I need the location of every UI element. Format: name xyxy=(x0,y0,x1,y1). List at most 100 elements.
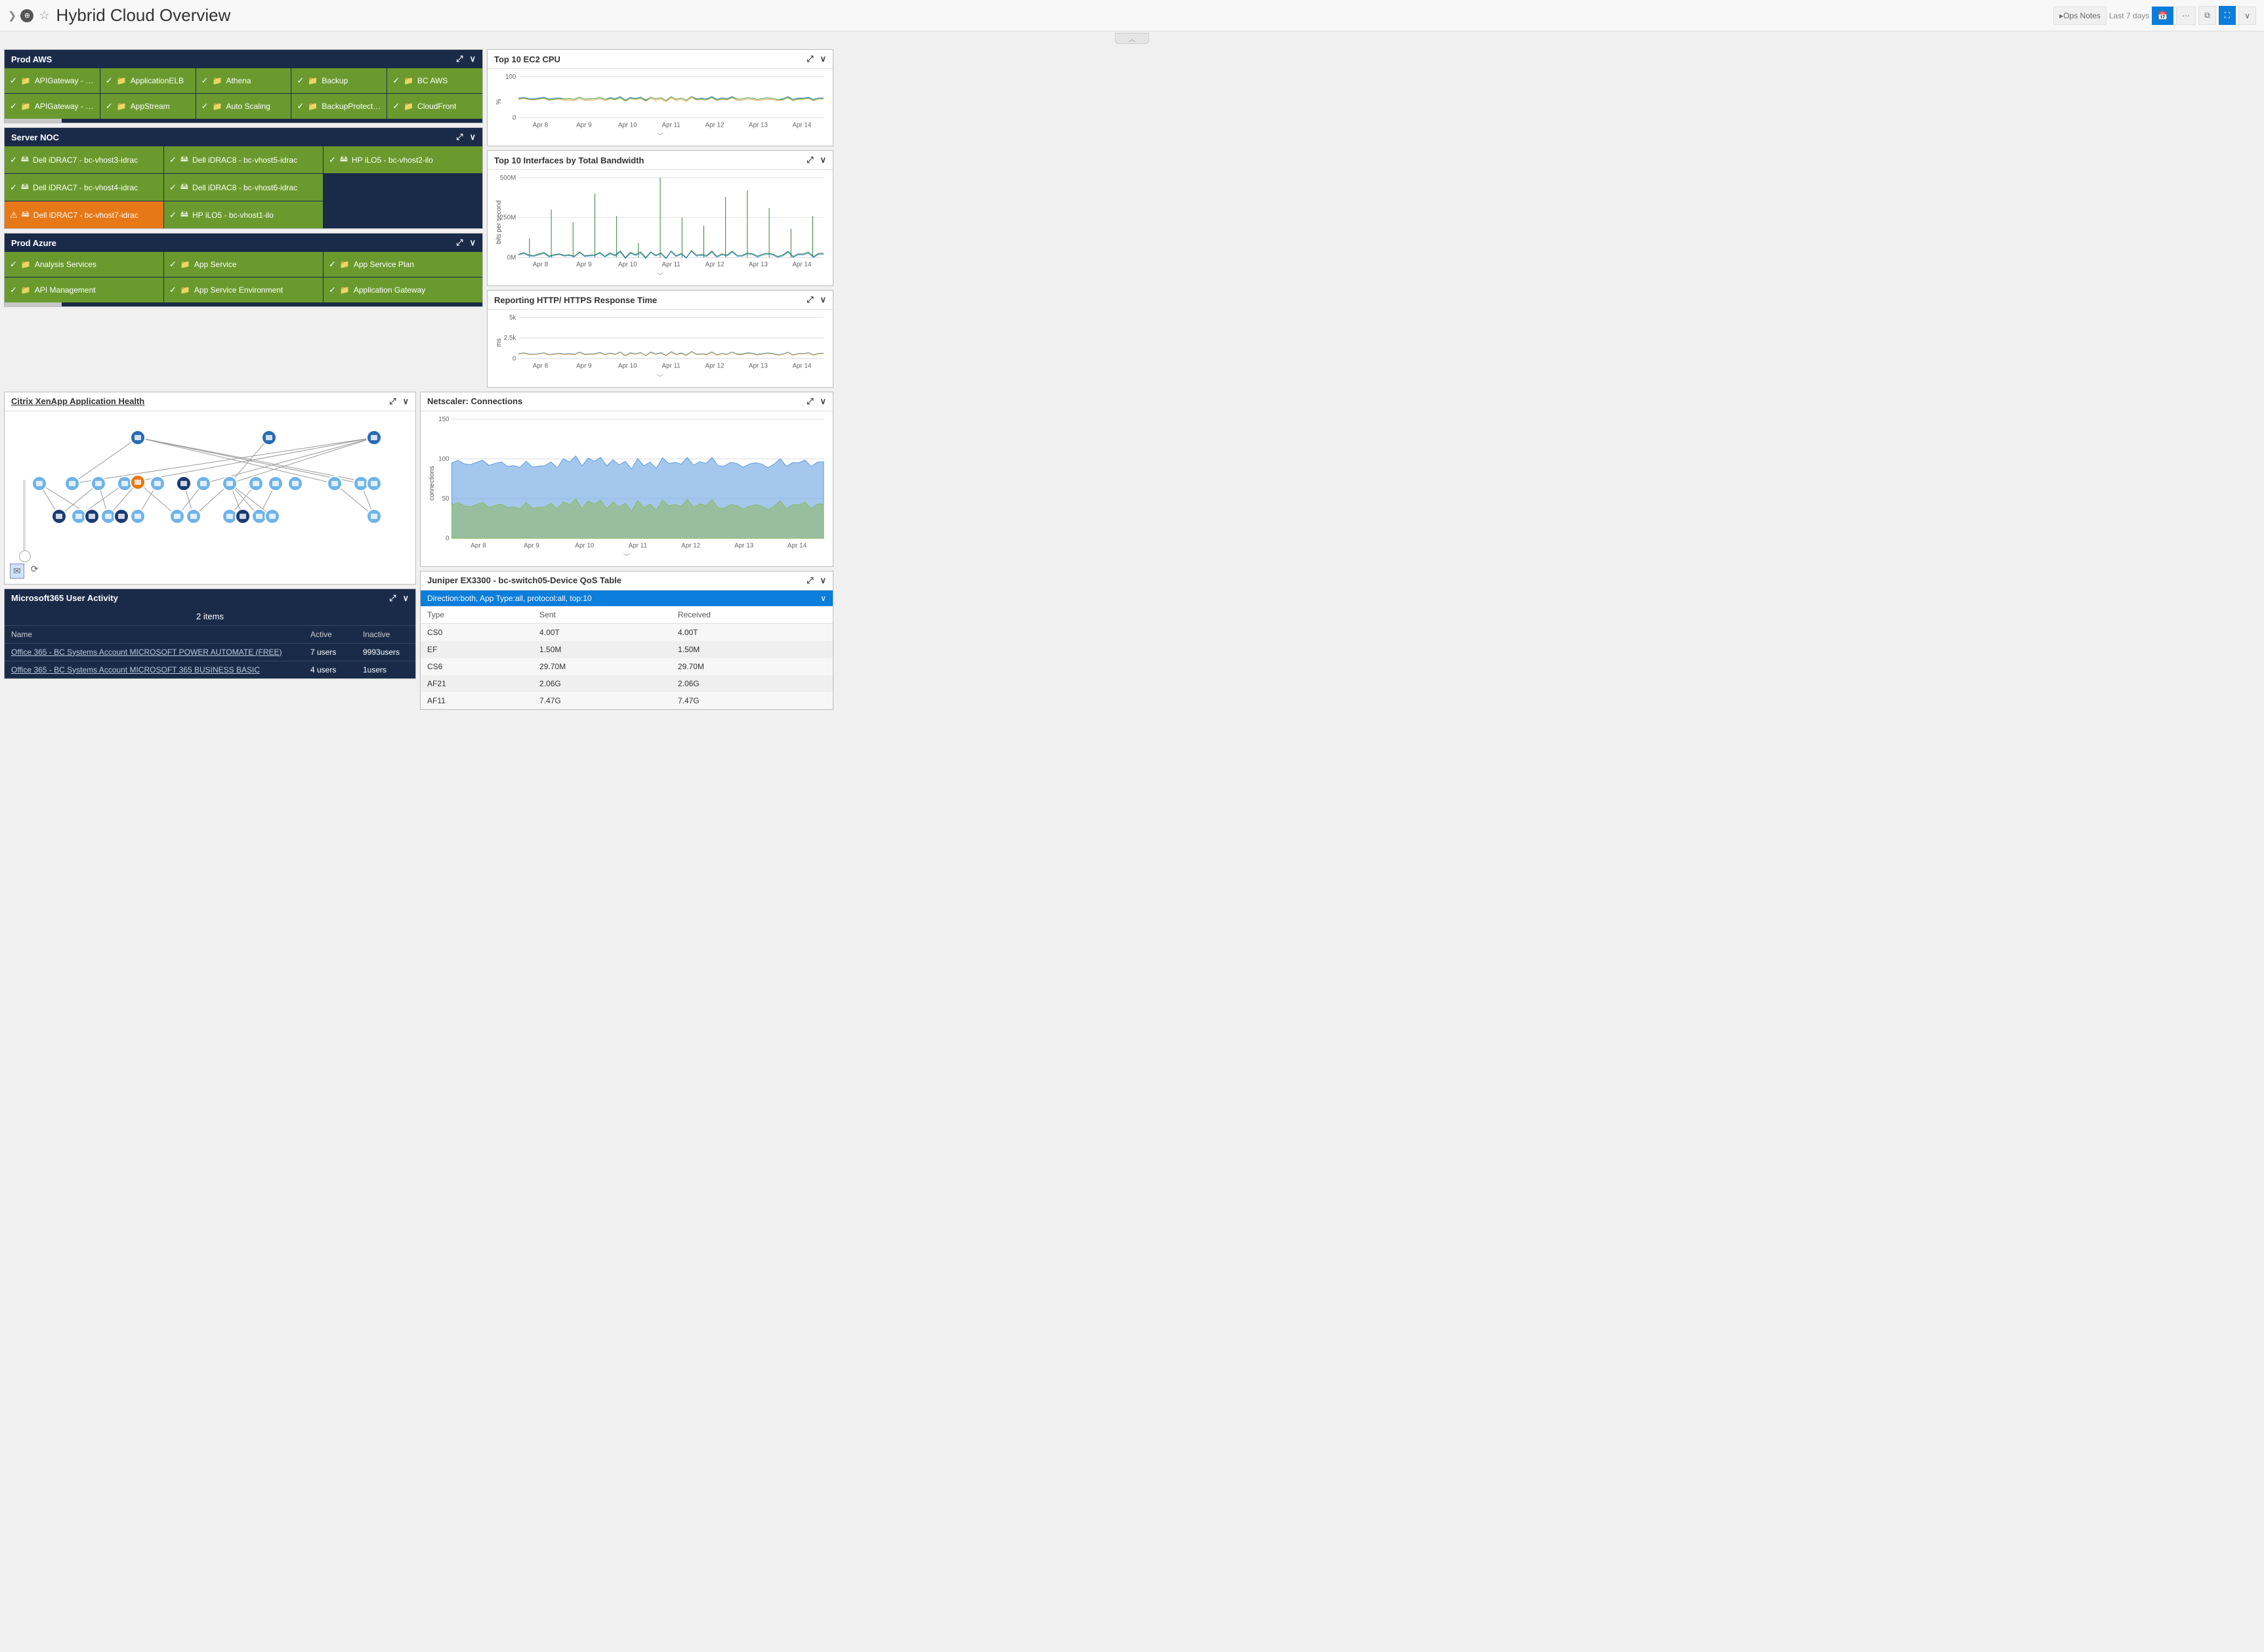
status-tile[interactable]: ✓🖴Dell iDRAC8 - bc-vhost5-idrac xyxy=(164,146,323,173)
chevron-down-icon[interactable]: ∨ xyxy=(820,295,826,305)
options-button[interactable]: ⋯ xyxy=(2176,7,2196,25)
expand-icon[interactable]: ⤢ xyxy=(807,396,813,407)
collapse-handle-icon[interactable]: ︿ xyxy=(1115,33,1149,44)
status-tile[interactable]: ✓🖴Dell iDRAC8 - bc-vhost6-idrac xyxy=(164,174,323,201)
more-dropdown[interactable]: ∨ xyxy=(2238,7,2256,25)
expand-icon[interactable]: ⤢ xyxy=(807,155,813,165)
status-tile[interactable]: ✓📁APIGateway - HT… xyxy=(5,68,100,93)
status-tile[interactable]: ✓📁CloudFront xyxy=(387,94,482,119)
status-tile[interactable]: ✓📁AppStream xyxy=(100,94,196,119)
chart-footer-chevron-icon[interactable]: ﹀ xyxy=(493,270,828,283)
filter-chevron-icon[interactable]: ∨ xyxy=(820,594,826,603)
panel-header: Prod Azure ⤢ ∨ xyxy=(5,234,482,252)
status-tile[interactable]: ✓🖴Dell iDRAC7 - bc-vhost4-idrac xyxy=(5,174,163,201)
expand-icon[interactable]: ⤢ xyxy=(389,593,396,604)
tile-label: HP iLO5 - bc-vhost1-ilo xyxy=(192,211,274,220)
status-tile[interactable]: ✓📁ApplicationELB xyxy=(100,68,196,93)
table-row[interactable]: CS629.70M29.70M xyxy=(421,658,833,675)
panel-prod-azure: Prod Azure ⤢ ∨ ✓📁Analysis Services✓📁App … xyxy=(4,233,483,307)
copy-button[interactable]: ⧉ xyxy=(2198,6,2216,25)
topology-canvas[interactable]: ✉ ⟳ xyxy=(5,411,415,584)
status-tile[interactable]: ✓📁Backup xyxy=(291,68,387,93)
status-tile[interactable]: ✓📁App Service xyxy=(164,252,323,277)
col-inactive[interactable]: Inactive xyxy=(356,625,415,643)
svg-text:Apr 9: Apr 9 xyxy=(576,121,591,129)
folder-icon: 📁 xyxy=(180,285,190,295)
svg-text:%: % xyxy=(495,98,503,104)
chart-footer-chevron-icon[interactable]: ﹀ xyxy=(426,551,828,564)
col-type[interactable]: Type xyxy=(421,606,533,624)
expand-icon[interactable]: ⤢ xyxy=(389,396,396,407)
panel-title-link[interactable]: Citrix XenApp Application Health xyxy=(11,396,144,406)
table-row[interactable]: AF117.47G7.47G xyxy=(421,692,833,709)
status-tile[interactable]: ⚠🖴Dell iDRAC7 - bc-vhost7-idrac xyxy=(5,201,163,228)
chart-footer-chevron-icon[interactable]: ﹀ xyxy=(493,372,828,384)
mail-icon[interactable]: ✉ xyxy=(10,564,24,579)
row-link[interactable]: Office 365 - BC Systems Account MICROSOF… xyxy=(11,648,282,657)
row-link[interactable]: Office 365 - BC Systems Account MICROSOF… xyxy=(11,665,260,674)
chevron-down-icon[interactable]: ∨ xyxy=(820,155,826,165)
cell-type: AF21 xyxy=(421,675,533,692)
panel-title: Netscaler: Connections xyxy=(427,396,522,406)
status-tile[interactable]: ✓🖴HP iLO5 - bc-vhost1-ilo xyxy=(164,201,323,228)
table-row[interactable]: CS04.00T4.00T xyxy=(421,623,833,641)
status-tile[interactable]: ✓📁App Service Plan xyxy=(324,252,482,277)
topology-controls: ✉ ⟳ xyxy=(10,480,38,579)
breadcrumb-chevron-icon[interactable]: ❯ xyxy=(8,9,16,22)
expand-icon[interactable]: ⤢ xyxy=(456,132,463,142)
chevron-down-icon[interactable]: ∨ xyxy=(820,396,826,407)
chevron-down-icon[interactable]: ∨ xyxy=(402,396,409,407)
expand-icon[interactable]: ⤢ xyxy=(456,54,463,64)
status-tile[interactable]: ✓📁Athena xyxy=(196,68,291,93)
col-active[interactable]: Active xyxy=(304,625,356,643)
chevron-down-icon[interactable]: ∨ xyxy=(469,54,476,64)
col-recv[interactable]: Received xyxy=(671,606,833,624)
chevron-down-icon[interactable]: ∨ xyxy=(402,593,409,604)
horizontal-scrollbar[interactable] xyxy=(5,302,482,306)
status-tile[interactable]: ✓📁Auto Scaling xyxy=(196,94,291,119)
folder-icon: 📁 xyxy=(340,285,350,295)
status-tile[interactable]: ✓📁BackupProtecte… xyxy=(291,94,387,119)
status-tile[interactable]: ✓📁API Management xyxy=(5,278,163,302)
cell-recv: 1.50M xyxy=(671,641,833,658)
status-tile[interactable]: ✓📁Application Gateway xyxy=(324,278,482,302)
chevron-down-icon[interactable]: ∨ xyxy=(469,237,476,248)
panel-title: Server NOC xyxy=(11,133,59,142)
svg-text:Apr 13: Apr 13 xyxy=(749,363,768,370)
status-tile[interactable]: ✓📁APIGateway - RE… xyxy=(5,94,100,119)
expand-icon[interactable]: ⤢ xyxy=(807,295,813,305)
chevron-down-icon[interactable]: ∨ xyxy=(820,575,826,586)
table-row[interactable]: Office 365 - BC Systems Account MICROSOF… xyxy=(5,661,415,678)
expand-icon[interactable]: ⤢ xyxy=(807,54,813,64)
check-icon: ✓ xyxy=(169,259,177,270)
chart-footer-chevron-icon[interactable]: ﹀ xyxy=(493,131,828,143)
col-sent[interactable]: Sent xyxy=(533,606,671,624)
refresh-icon[interactable]: ⟳ xyxy=(31,564,39,579)
table-row[interactable]: AF212.06G2.06G xyxy=(421,675,833,692)
expand-icon[interactable]: ⤢ xyxy=(456,237,463,248)
status-tile[interactable]: ✓🖴HP iLO5 - bc-vhost2-ilo xyxy=(324,146,482,173)
favorite-star-icon[interactable]: ☆ xyxy=(39,9,49,22)
expand-icon[interactable]: ⤢ xyxy=(807,575,813,586)
zoom-slider[interactable] xyxy=(23,480,26,558)
ops-notes-button[interactable]: ▸ Ops Notes xyxy=(2053,7,2107,25)
svg-text:Apr 8: Apr 8 xyxy=(471,542,486,549)
col-name[interactable]: Name xyxy=(5,625,304,643)
table-row[interactable]: EF1.50M1.50M xyxy=(421,641,833,658)
svg-text:Apr 10: Apr 10 xyxy=(618,363,637,370)
status-tile[interactable]: ✓🖴Dell iDRAC7 - bc-vhost3-idrac xyxy=(5,146,163,173)
svg-text:Apr 11: Apr 11 xyxy=(662,121,681,129)
chevron-down-icon[interactable]: ∨ xyxy=(820,54,826,64)
server-icon: 🖴 xyxy=(180,208,188,222)
status-tile[interactable]: ✓📁Analysis Services xyxy=(5,252,163,277)
chevron-down-icon[interactable]: ∨ xyxy=(469,132,476,142)
status-tile[interactable]: ✓📁App Service Environment xyxy=(164,278,323,302)
folder-icon: 📁 xyxy=(21,285,31,295)
check-icon: ✓ xyxy=(169,285,177,295)
status-tile[interactable]: ✓📁BC AWS xyxy=(387,68,482,93)
horizontal-scrollbar[interactable] xyxy=(5,119,482,123)
fullscreen-button[interactable]: ⛶ xyxy=(2219,6,2236,25)
calendar-button[interactable]: 📅 xyxy=(2152,7,2173,25)
table-row[interactable]: Office 365 - BC Systems Account MICROSOF… xyxy=(5,643,415,661)
status-tile xyxy=(324,174,482,201)
